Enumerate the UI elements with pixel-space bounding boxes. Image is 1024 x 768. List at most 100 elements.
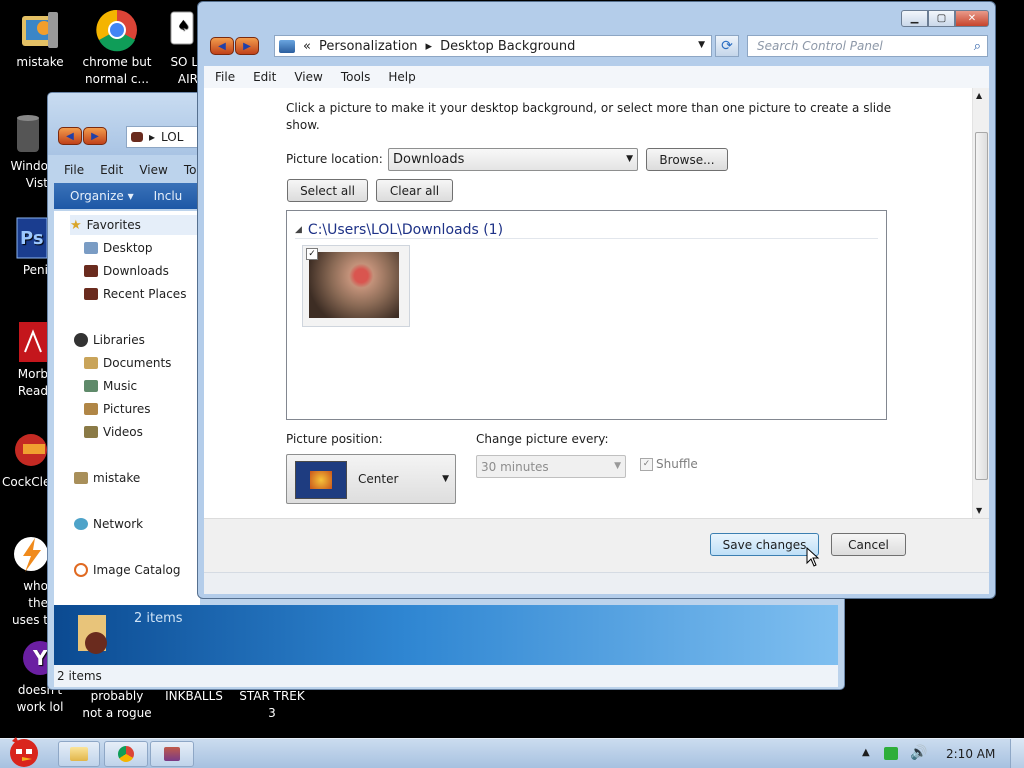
control-panel-icon	[279, 39, 295, 53]
desktop-icon-chrome[interactable]: chrome but normal c...	[79, 8, 155, 88]
menu-file[interactable]: File	[64, 163, 84, 177]
desktop-icon-mistake[interactable]: mistake	[2, 8, 78, 71]
taskbar-chrome-button[interactable]	[104, 741, 148, 767]
libraries-icon	[74, 333, 88, 347]
desktop-background-window[interactable]: ▁ ▢ ✕ ◀ ▶ « Personalization ▸ Desktop Ba…	[197, 1, 996, 599]
nav-documents[interactable]: Documents	[84, 353, 171, 373]
address-dropdown-icon[interactable]: ▼	[698, 40, 705, 50]
close-button[interactable]: ✕	[955, 10, 989, 27]
nav-music[interactable]: Music	[84, 376, 137, 396]
desktop-icon-winamp[interactable]: who the uses t	[2, 532, 48, 629]
clear-all-label: Clear all	[389, 183, 440, 198]
nav-homegroup[interactable]: mistake	[74, 468, 140, 488]
documents-icon	[84, 357, 98, 369]
refresh-icon: ⟳	[721, 38, 733, 54]
include-button[interactable]: Inclu	[154, 189, 183, 203]
desktop-icon-solitaire[interactable]: ♠ SO L AIR	[152, 8, 198, 88]
desktop-icon-pdf[interactable]: Morb Read	[2, 320, 48, 400]
show-desktop-button[interactable]	[1010, 739, 1024, 768]
search-input[interactable]: Search Control Panel ⌕	[747, 35, 988, 57]
music-icon	[84, 380, 98, 392]
forward-button[interactable]: ▶	[83, 127, 107, 145]
desktop-icon-ccleaner[interactable]: CockCle	[2, 428, 50, 491]
menu-edit[interactable]: Edit	[253, 70, 276, 84]
taskbar-explorer-button[interactable]	[58, 741, 100, 767]
menu-edit[interactable]: Edit	[100, 163, 123, 177]
refresh-button[interactable]: ⟳	[715, 35, 739, 57]
collapse-triangle-icon: ◢	[295, 224, 302, 235]
breadcrumb-lol[interactable]: LOL	[161, 130, 183, 144]
start-button[interactable]	[2, 733, 52, 768]
videos-icon	[84, 426, 98, 438]
desktop-icon-inkballs[interactable]: INKBALLS	[156, 688, 232, 705]
explorer-address-bar[interactable]: ▸ LOL	[126, 126, 206, 148]
search-icon[interactable]: ⌕	[974, 39, 981, 54]
nav-libraries[interactable]: Libraries	[74, 330, 145, 350]
breadcrumb-personalization[interactable]: Personalization	[319, 39, 418, 54]
nav-downloads[interactable]: Downloads	[84, 261, 169, 281]
menu-tools[interactable]: To	[184, 163, 197, 177]
browse-button[interactable]: Browse...	[646, 148, 728, 171]
search-placeholder: Search Control Panel	[757, 39, 883, 53]
cpanel-content: Click a picture to make it your desktop …	[204, 88, 989, 518]
minimize-button[interactable]: ▁	[901, 10, 928, 27]
back-button[interactable]: ◀	[58, 127, 82, 145]
recycle-bin-icon	[3, 112, 47, 156]
clear-all-button[interactable]: Clear all	[376, 179, 453, 202]
nav-network[interactable]: Network	[74, 514, 143, 534]
back-button[interactable]: ◀	[210, 37, 234, 55]
organize-button[interactable]: Organize ▾	[70, 189, 134, 203]
scroll-up-icon[interactable]: ▲	[976, 91, 982, 100]
address-bar[interactable]: « Personalization ▸ Desktop Background ▼	[274, 35, 712, 57]
desktop-icon-photoshop[interactable]: Ps Peni	[2, 216, 48, 279]
desktop-icon-rogue[interactable]: probably not a rogue	[79, 688, 155, 722]
nav-label: Image Catalog	[93, 563, 181, 577]
desktop-icon-recycle[interactable]: Windo Vist	[2, 112, 48, 192]
show-hidden-icons-icon[interactable]: ▲	[862, 747, 870, 758]
menu-view[interactable]: View	[294, 70, 322, 84]
nav-favorites[interactable]: ★ Favorites	[70, 215, 200, 235]
nav-pictures[interactable]: Pictures	[84, 399, 151, 419]
desktop-icon-star-trek[interactable]: STAR TREK 3	[234, 688, 310, 722]
cancel-button[interactable]: Cancel	[831, 533, 906, 556]
nav-videos[interactable]: Videos	[84, 422, 143, 442]
scroll-thumb[interactable]	[975, 132, 988, 480]
menu-file[interactable]: File	[215, 70, 235, 84]
nav-label: Desktop	[103, 241, 153, 255]
desktop-icon-label: Peni	[22, 263, 48, 277]
menu-help[interactable]: Help	[388, 70, 415, 84]
change-picture-label: Change picture every:	[476, 432, 609, 446]
dropdown-arrow-icon: ▼	[442, 474, 449, 484]
change-picture-select[interactable]: 30 minutes ▼	[476, 455, 626, 478]
nav-desktop[interactable]: Desktop	[84, 238, 153, 258]
shuffle-checkbox[interactable]: ✓ Shuffle	[640, 457, 698, 471]
select-all-button[interactable]: Select all	[287, 179, 368, 202]
menu-view[interactable]: View	[139, 163, 167, 177]
nav-recent-places[interactable]: Recent Places	[84, 284, 186, 304]
nav-label: Music	[103, 379, 138, 393]
maximize-button[interactable]: ▢	[928, 10, 955, 27]
thumbnail-checkbox[interactable]: ✓	[306, 248, 318, 260]
picture-thumbnail[interactable]: ✓	[302, 245, 410, 327]
breadcrumb-overflow[interactable]: «	[303, 39, 311, 54]
group-header[interactable]: ◢ C:\Users\LOL\Downloads (1)	[295, 221, 878, 239]
picture-location-select[interactable]: Downloads ▼	[388, 148, 638, 171]
menu-tools[interactable]: Tools	[341, 70, 371, 84]
nav-image-catalog[interactable]: Image Catalog	[74, 560, 180, 580]
desktop-icon-label: STAR TREK 3	[239, 689, 305, 720]
breadcrumb-separator[interactable]: ▸	[426, 39, 433, 54]
scroll-down-icon[interactable]: ▼	[976, 506, 982, 515]
breadcrumb-separator: ▸	[149, 130, 156, 144]
breadcrumb-desktop-background[interactable]: Desktop Background	[440, 39, 575, 54]
desktop-icon-label: Morb Read	[17, 367, 48, 398]
picture-position-select[interactable]: Center ▼	[286, 454, 456, 504]
vertical-scrollbar[interactable]: ▲ ▼	[972, 88, 989, 518]
taskbar-control-panel-button[interactable]	[150, 741, 194, 767]
svg-text:♠: ♠	[177, 18, 190, 34]
power-icon[interactable]	[884, 747, 898, 760]
volume-icon[interactable]: 🔊	[910, 745, 927, 761]
desktop-icon-label: mistake	[16, 55, 64, 69]
save-changes-button[interactable]: Save changes	[710, 533, 819, 556]
forward-button[interactable]: ▶	[235, 37, 259, 55]
clock[interactable]: 2:10 AM	[946, 747, 995, 761]
